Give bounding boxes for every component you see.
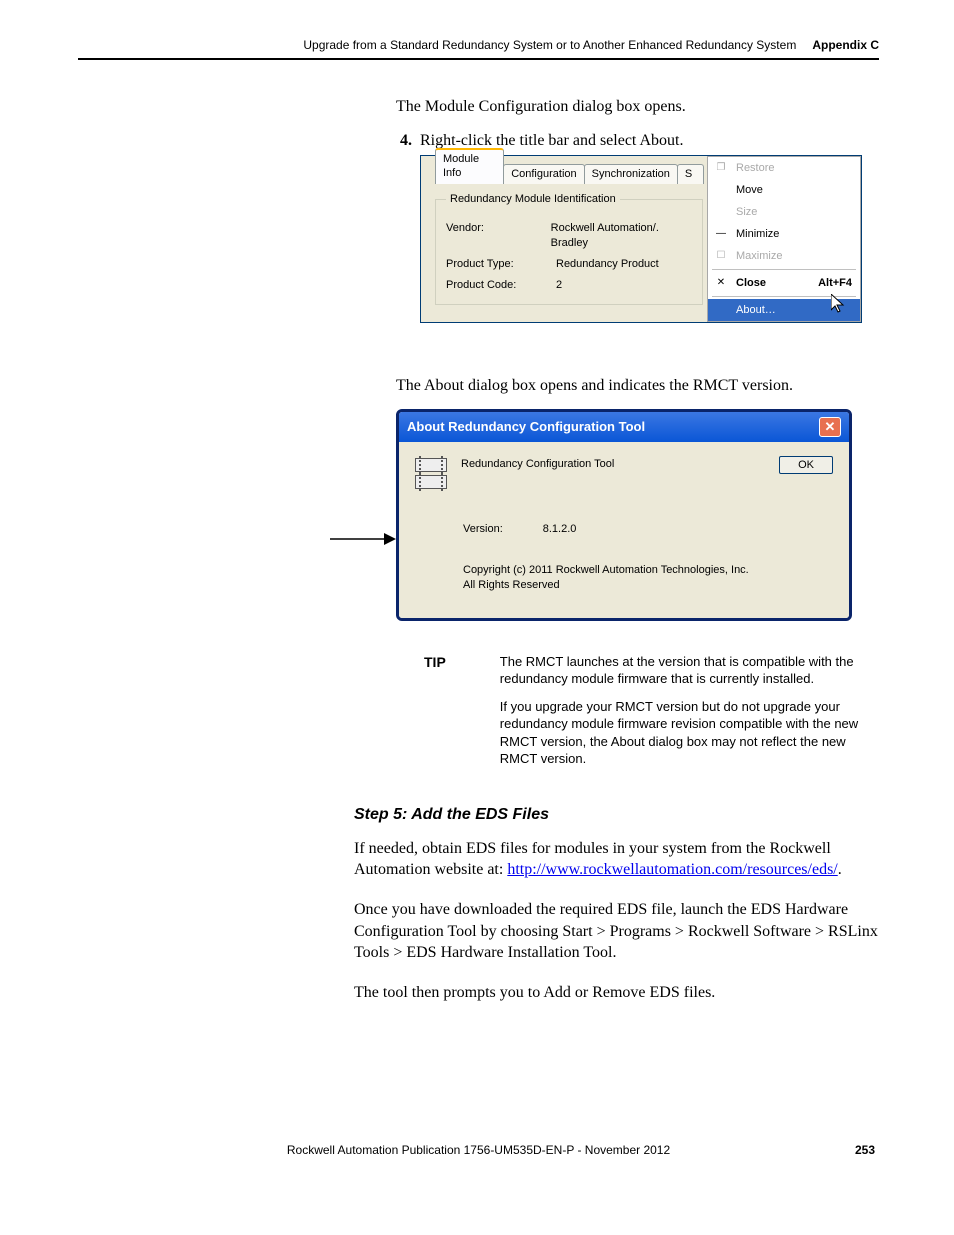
menu-minimize[interactable]: — Minimize xyxy=(708,223,860,245)
product-code-value: 2 xyxy=(556,278,562,293)
page-footer: Rockwell Automation Publication 1756-UM5… xyxy=(78,1143,879,1157)
step-number: 4. xyxy=(396,130,412,356)
product-type-value: Redundancy Product xyxy=(556,257,659,272)
tab-partial[interactable]: S xyxy=(677,164,704,184)
minimize-icon: — xyxy=(714,227,728,241)
page-number: 253 xyxy=(855,1143,875,1157)
menu-size[interactable]: Size xyxy=(708,201,860,223)
vendor-value: Rockwell Automation/. Bradley xyxy=(551,221,692,251)
ok-button[interactable]: OK xyxy=(779,456,833,474)
tip-paragraph-2: If you upgrade your RMCT version but do … xyxy=(500,698,879,768)
vendor-label: Vendor: xyxy=(446,221,551,251)
menu-maximize[interactable]: ☐ Maximize xyxy=(708,245,860,267)
copyright-text: Copyright (c) 2011 Rockwell Automation T… xyxy=(463,563,833,594)
menu-move[interactable]: Move xyxy=(708,179,860,201)
eds-paragraph-3: The tool then prompts you to Add or Remo… xyxy=(354,982,879,1004)
module-config-window: Module Info Configuration Synchronizatio… xyxy=(420,155,862,323)
close-icon: ✕ xyxy=(714,276,728,290)
step-text: Right-click the title bar and select Abo… xyxy=(420,132,683,149)
publication-id: Rockwell Automation Publication 1756-UM5… xyxy=(287,1143,670,1157)
header-chapter: Upgrade from a Standard Redundancy Syste… xyxy=(303,38,796,52)
eds-link[interactable]: http://www.rockwellautomation.com/resour… xyxy=(507,861,837,878)
intro-text-2: The About dialog box opens and indicates… xyxy=(396,375,879,397)
restore-icon: ❐ xyxy=(714,161,728,175)
version-label: Version: xyxy=(463,523,503,535)
close-button[interactable]: ✕ xyxy=(819,417,841,437)
eds-paragraph-1: If needed, obtain EDS files for modules … xyxy=(354,838,879,881)
tip-label: TIP xyxy=(424,653,446,778)
identification-fieldset: Redundancy Module Identification Vendor:… xyxy=(435,192,703,305)
product-type-label: Product Type: xyxy=(446,257,556,272)
maximize-icon: ☐ xyxy=(714,249,728,263)
version-value: 8.1.2.0 xyxy=(543,523,577,535)
header-appendix: Appendix C xyxy=(812,38,879,52)
menu-restore[interactable]: ❐ Restore xyxy=(708,157,860,179)
pointer-arrow-icon xyxy=(330,529,396,549)
about-app-name: Redundancy Configuration Tool xyxy=(461,456,765,470)
app-icon xyxy=(415,456,447,489)
tab-synchronization[interactable]: Synchronization xyxy=(584,164,678,184)
intro-text-1: The Module Configuration dialog box open… xyxy=(396,96,879,118)
fieldset-legend: Redundancy Module Identification xyxy=(446,192,620,207)
menu-close[interactable]: ✕ Close Alt+F4 xyxy=(708,272,860,294)
cursor-icon xyxy=(831,294,847,321)
chip-icon xyxy=(415,475,447,489)
eds-paragraph-2: Once you have downloaded the required ED… xyxy=(354,899,879,964)
step-5-heading: Step 5: Add the EDS Files xyxy=(354,806,879,824)
running-header: Upgrade from a Standard Redundancy Syste… xyxy=(78,38,879,60)
tab-module-info[interactable]: Module Info xyxy=(435,148,504,185)
about-dialog: About Redundancy Configuration Tool ✕ Re… xyxy=(396,409,852,621)
tab-configuration[interactable]: Configuration xyxy=(503,164,584,184)
tabs-row: Module Info Configuration Synchronizatio… xyxy=(435,164,703,184)
chip-icon xyxy=(415,458,447,472)
tip-block: TIP The RMCT launches at the version tha… xyxy=(424,653,879,778)
menu-separator xyxy=(712,269,856,270)
about-dialog-title: About Redundancy Configuration Tool xyxy=(407,419,645,434)
step-4-row: 4. Right-click the title bar and select … xyxy=(396,130,879,356)
product-code-label: Product Code: xyxy=(446,278,556,293)
tip-paragraph-1: The RMCT launches at the version that is… xyxy=(500,653,879,688)
